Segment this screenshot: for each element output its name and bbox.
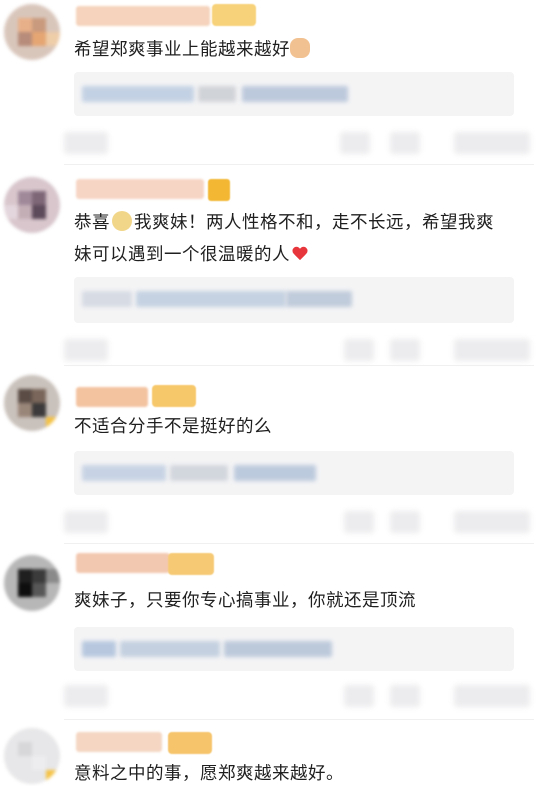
reply-preview[interactable]: [74, 277, 514, 323]
divider: [64, 543, 534, 544]
username[interactable]: [76, 732, 162, 752]
share-button[interactable]: [64, 339, 108, 361]
like-button[interactable]: [454, 339, 530, 361]
comment-button[interactable]: [390, 132, 420, 154]
share-button[interactable]: [64, 685, 108, 707]
action-bar: [64, 335, 534, 365]
like-button[interactable]: [454, 132, 530, 154]
crown-badge-icon: [208, 179, 230, 201]
comment-text-content: 爽妹子，只要你专心搞事业，你就还是顶流: [74, 591, 416, 611]
member-badge-icon: [212, 4, 256, 26]
repost-button[interactable]: [344, 511, 374, 533]
reply-preview[interactable]: [74, 72, 514, 116]
member-badge-icon: [152, 385, 196, 407]
comment-text-content-2: 我爽妹！两人性格不和，走不长远，希望我爽妹可以遇到一个很温暖的人: [74, 213, 494, 265]
share-button[interactable]: [64, 132, 108, 154]
like-button[interactable]: [454, 511, 530, 533]
comment-button[interactable]: [390, 511, 420, 533]
comment-text: 不适合分手不是挺好的么: [74, 411, 508, 443]
comment-text: 希望郑爽事业上能越来越好: [74, 34, 508, 66]
share-button[interactable]: [64, 511, 108, 533]
repost-button[interactable]: [344, 339, 374, 361]
action-bar: [64, 681, 534, 711]
comment-button[interactable]: [390, 685, 420, 707]
comment-item-2: 恭喜 我爽妹！两人性格不和，走不长远，希望我爽妹可以遇到一个很温暖的人: [0, 165, 538, 366]
repost-button[interactable]: [340, 132, 370, 154]
comment-text-content: 不适合分手不是挺好的么: [74, 417, 272, 437]
member-badge-icon: [168, 553, 214, 575]
avatar[interactable]: [4, 4, 60, 60]
comment-text: 意料之中的事，愿郑爽越来越好。: [74, 758, 508, 786]
comment-item-3: 不适合分手不是挺好的么: [0, 365, 538, 545]
action-bar: [64, 128, 534, 158]
reply-preview[interactable]: [74, 627, 514, 671]
username[interactable]: [76, 179, 204, 199]
comment-text-content-1: 恭喜: [74, 213, 110, 233]
avatar[interactable]: [4, 177, 60, 233]
username[interactable]: [76, 553, 170, 573]
comment-item-1: 希望郑爽事业上能越来越好: [0, 0, 538, 165]
girl-emoji-icon: [112, 211, 132, 231]
comment-text-content: 意料之中的事，愿郑爽越来越好。: [74, 764, 344, 784]
comment-item-5: 意料之中的事，愿郑爽越来越好。: [0, 720, 538, 786]
comment-text: 恭喜 我爽妹！两人性格不和，走不长远，希望我爽妹可以遇到一个很温暖的人: [74, 207, 508, 271]
avatar[interactable]: [4, 555, 60, 611]
red-heart-icon: [292, 247, 308, 261]
member-badge-icon: [168, 732, 212, 754]
comment-button[interactable]: [390, 339, 420, 361]
comment-text: 爽妹子，只要你专心搞事业，你就还是顶流: [74, 585, 508, 617]
username[interactable]: [76, 387, 148, 407]
action-bar: [64, 507, 534, 537]
username[interactable]: [76, 6, 210, 26]
repost-button[interactable]: [344, 685, 374, 707]
comment-item-4: 爽妹子，只要你专心搞事业，你就还是顶流: [0, 545, 538, 720]
comment-text-content: 希望郑爽事业上能越来越好: [74, 40, 290, 60]
avatar[interactable]: [4, 728, 60, 784]
avatar[interactable]: [4, 375, 60, 431]
like-button[interactable]: [454, 685, 530, 707]
muscle-emoji-icon: [290, 38, 310, 58]
reply-preview[interactable]: [74, 451, 514, 495]
